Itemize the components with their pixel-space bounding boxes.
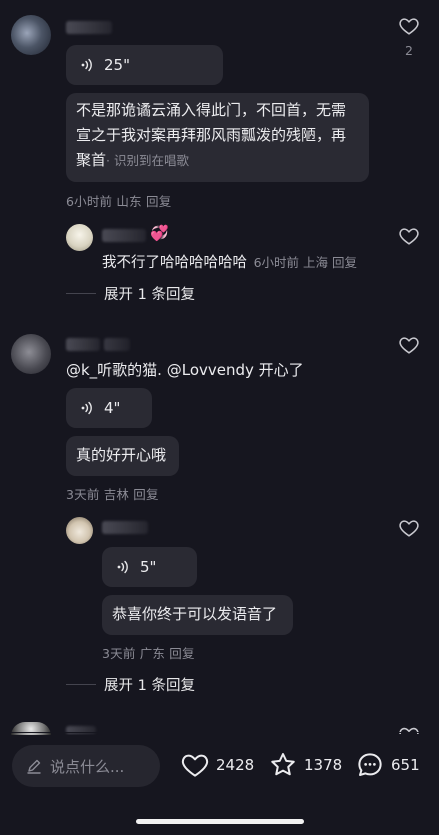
avatar[interactable]: [11, 15, 51, 55]
home-indicator[interactable]: [136, 819, 304, 824]
heart-icon[interactable]: [398, 334, 420, 356]
comment-text-bubble[interactable]: 真的好开心哦: [66, 436, 179, 476]
heart-icon[interactable]: [398, 15, 420, 37]
comment-meta[interactable]: 6小时前 山东 回复: [66, 191, 171, 210]
bubble-text: 真的好开心哦: [76, 446, 167, 464]
expand-replies[interactable]: 展开 1 条回复: [66, 283, 195, 304]
avatar[interactable]: [11, 722, 51, 736]
expand-replies[interactable]: 展开 1 条回复: [66, 674, 195, 695]
expand-replies-label[interactable]: 展开 1 条回复: [104, 283, 195, 304]
username-blurred[interactable]: [104, 338, 130, 351]
username-blurred[interactable]: [66, 338, 100, 351]
star-icon: [271, 753, 295, 776]
heart-emoji: 💞: [150, 224, 169, 242]
username-blurred[interactable]: [66, 21, 112, 34]
comment-button[interactable]: 651: [355, 750, 420, 780]
comment-bubble-icon: [358, 753, 382, 776]
comment-input[interactable]: 说点什么...: [12, 745, 160, 787]
like-count: 2428: [216, 756, 255, 774]
bubble-text: 恭喜你终于可以发语音了: [112, 605, 278, 623]
favorite-button[interactable]: 1378: [268, 750, 342, 780]
favorite-count: 1378: [304, 756, 343, 774]
comment-count: 651: [391, 756, 420, 774]
like-count: 2: [405, 43, 413, 58]
reply-text-content: 我不行了哈哈哈哈哈哈: [102, 255, 247, 271]
voice-duration: 25": [104, 55, 130, 74]
heart-icon: [181, 754, 209, 777]
voice-message[interactable]: 25": [66, 45, 223, 85]
comment-text-bubble[interactable]: 不是那诡谲云涌入得此门，不回首，无需宣之于我对案再拜那风雨瓢泼的残陋，再聚首· …: [66, 93, 369, 182]
username-blurred[interactable]: [102, 521, 148, 534]
like-button[interactable]: 2428: [180, 750, 254, 780]
avatar[interactable]: [66, 224, 93, 251]
avatar[interactable]: [11, 334, 51, 374]
voice-message[interactable]: 5": [102, 547, 197, 587]
voice-duration: 4": [104, 398, 121, 417]
reply-text: 我不行了哈哈哈哈哈哈 6小时前 上海 回复: [102, 251, 357, 272]
username-blurred[interactable]: [102, 229, 146, 242]
divider-line: [66, 293, 96, 294]
bottom-bar-divider: [0, 732, 439, 733]
voice-wave-icon: [81, 401, 92, 415]
input-placeholder: 说点什么...: [50, 757, 125, 776]
expand-replies-label[interactable]: 展开 1 条回复: [104, 674, 195, 695]
voice-message[interactable]: 4": [66, 388, 152, 428]
reply-meta[interactable]: 3天前 广东 回复: [102, 643, 195, 662]
reply-text-bubble[interactable]: 恭喜你终于可以发语音了: [102, 595, 293, 635]
heart-icon[interactable]: [398, 517, 420, 539]
heart-icon[interactable]: [398, 225, 420, 247]
comment-meta[interactable]: 3天前 吉林 回复: [66, 484, 159, 503]
voice-wave-icon: [117, 560, 128, 574]
singing-tag: · 识别到在唱歌: [106, 153, 189, 168]
reply-meta[interactable]: 6小时前 上海 回复: [254, 255, 357, 270]
voice-duration: 5": [140, 557, 157, 576]
voice-wave-icon: [81, 58, 92, 72]
pencil-icon: [27, 759, 41, 774]
divider-line: [66, 684, 96, 685]
comment-text: @k_听歌的猫. @Lovvendy 开心了: [66, 361, 304, 379]
avatar[interactable]: [66, 517, 93, 544]
